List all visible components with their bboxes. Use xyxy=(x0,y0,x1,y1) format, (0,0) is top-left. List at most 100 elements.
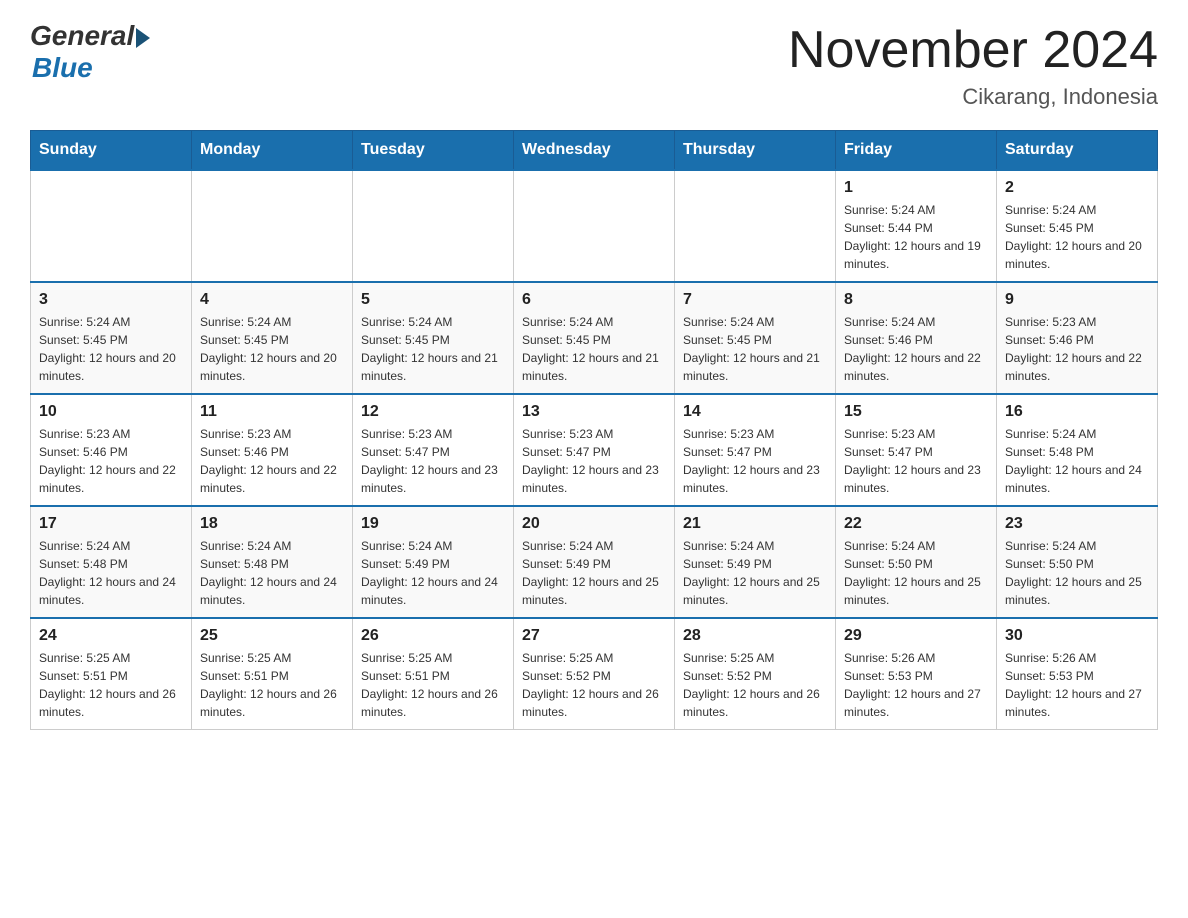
day-number: 14 xyxy=(683,403,827,421)
day-info: Sunrise: 5:24 AMSunset: 5:50 PMDaylight:… xyxy=(844,537,988,609)
calendar-cell: 19 Sunrise: 5:24 AMSunset: 5:49 PMDayligh… xyxy=(353,506,514,618)
logo-general-text: General xyxy=(30,20,134,52)
week-row-4: 17 Sunrise: 5:24 AMSunset: 5:48 PMDayligh… xyxy=(31,506,1158,618)
calendar-cell: 17 Sunrise: 5:24 AMSunset: 5:48 PMDayligh… xyxy=(31,506,192,618)
week-row-2: 3Sunrise: 5:24 AMSunset: 5:45 PMDaylight… xyxy=(31,282,1158,394)
calendar-cell: 9 Sunrise: 5:23 AMSunset: 5:46 PMDaylight… xyxy=(997,282,1158,394)
day-info: Sunrise: 5:24 AMSunset: 5:49 PMDaylight:… xyxy=(522,537,666,609)
day-number: 4 xyxy=(200,291,344,309)
day-number: 10 xyxy=(39,403,183,421)
day-number: 23 xyxy=(1005,515,1149,533)
day-number: 27 xyxy=(522,627,666,645)
location: Cikarang, Indonesia xyxy=(788,84,1158,110)
day-info: Sunrise: 5:24 AMSunset: 5:45 PMDaylight:… xyxy=(1005,201,1149,273)
day-number: 6 xyxy=(522,291,666,309)
day-info: Sunrise: 5:23 AMSunset: 5:47 PMDaylight:… xyxy=(361,425,505,497)
day-info: Sunrise: 5:23 AMSunset: 5:47 PMDaylight:… xyxy=(844,425,988,497)
month-title: November 2024 xyxy=(788,20,1158,80)
calendar-cell: 28 Sunrise: 5:25 AMSunset: 5:52 PMDayligh… xyxy=(675,618,836,730)
day-header-thursday: Thursday xyxy=(675,131,836,171)
day-number: 5 xyxy=(361,291,505,309)
day-number: 20 xyxy=(522,515,666,533)
day-info: Sunrise: 5:23 AMSunset: 5:46 PMDaylight:… xyxy=(1005,313,1149,385)
logo: General Blue xyxy=(30,20,150,84)
day-info: Sunrise: 5:24 AMSunset: 5:50 PMDaylight:… xyxy=(1005,537,1149,609)
day-info: Sunrise: 5:24 AMSunset: 5:46 PMDaylight:… xyxy=(844,313,988,385)
day-number: 21 xyxy=(683,515,827,533)
day-number: 28 xyxy=(683,627,827,645)
calendar-cell: 23 Sunrise: 5:24 AMSunset: 5:50 PMDayligh… xyxy=(997,506,1158,618)
calendar-cell: 7Sunrise: 5:24 AMSunset: 5:45 PMDaylight… xyxy=(675,282,836,394)
day-info: Sunrise: 5:23 AMSunset: 5:47 PMDaylight:… xyxy=(522,425,666,497)
day-info: Sunrise: 5:24 AMSunset: 5:45 PMDaylight:… xyxy=(39,313,183,385)
calendar-cell: 2 Sunrise: 5:24 AMSunset: 5:45 PMDaylight… xyxy=(997,170,1158,282)
day-number: 29 xyxy=(844,627,988,645)
calendar-cell: 5 Sunrise: 5:24 AMSunset: 5:45 PMDaylight… xyxy=(353,282,514,394)
day-number: 16 xyxy=(1005,403,1149,421)
day-header-wednesday: Wednesday xyxy=(514,131,675,171)
day-info: Sunrise: 5:24 AMSunset: 5:49 PMDaylight:… xyxy=(361,537,505,609)
day-info: Sunrise: 5:25 AMSunset: 5:52 PMDaylight:… xyxy=(683,649,827,721)
calendar-cell: 13 Sunrise: 5:23 AMSunset: 5:47 PMDayligh… xyxy=(514,394,675,506)
day-number: 30 xyxy=(1005,627,1149,645)
day-number: 19 xyxy=(361,515,505,533)
day-header-monday: Monday xyxy=(192,131,353,171)
day-info: Sunrise: 5:25 AMSunset: 5:51 PMDaylight:… xyxy=(39,649,183,721)
day-number: 17 xyxy=(39,515,183,533)
day-number: 25 xyxy=(200,627,344,645)
day-info: Sunrise: 5:23 AMSunset: 5:46 PMDaylight:… xyxy=(200,425,344,497)
day-info: Sunrise: 5:24 AMSunset: 5:44 PMDaylight:… xyxy=(844,201,988,273)
header-row: SundayMondayTuesdayWednesdayThursdayFrid… xyxy=(31,131,1158,171)
calendar-cell xyxy=(192,170,353,282)
calendar-cell: 24 Sunrise: 5:25 AMSunset: 5:51 PMDayligh… xyxy=(31,618,192,730)
calendar-cell: 20 Sunrise: 5:24 AMSunset: 5:49 PMDayligh… xyxy=(514,506,675,618)
day-number: 9 xyxy=(1005,291,1149,309)
calendar-cell: 4 Sunrise: 5:24 AMSunset: 5:45 PMDaylight… xyxy=(192,282,353,394)
calendar-cell: 29 Sunrise: 5:26 AMSunset: 5:53 PMDayligh… xyxy=(836,618,997,730)
calendar-cell xyxy=(675,170,836,282)
logo-arrow-icon xyxy=(136,28,150,48)
week-row-5: 24 Sunrise: 5:25 AMSunset: 5:51 PMDayligh… xyxy=(31,618,1158,730)
calendar-cell: 22 Sunrise: 5:24 AMSunset: 5:50 PMDayligh… xyxy=(836,506,997,618)
header: General Blue November 2024 Cikarang, Ind… xyxy=(30,20,1158,110)
calendar-cell: 12Sunrise: 5:23 AMSunset: 5:47 PMDayligh… xyxy=(353,394,514,506)
day-info: Sunrise: 5:25 AMSunset: 5:51 PMDaylight:… xyxy=(361,649,505,721)
day-number: 22 xyxy=(844,515,988,533)
day-info: Sunrise: 5:25 AMSunset: 5:52 PMDaylight:… xyxy=(522,649,666,721)
week-row-1: 1Sunrise: 5:24 AMSunset: 5:44 PMDaylight… xyxy=(31,170,1158,282)
day-number: 24 xyxy=(39,627,183,645)
day-number: 18 xyxy=(200,515,344,533)
calendar-cell: 3Sunrise: 5:24 AMSunset: 5:45 PMDaylight… xyxy=(31,282,192,394)
day-info: Sunrise: 5:24 AMSunset: 5:48 PMDaylight:… xyxy=(1005,425,1149,497)
calendar-cell: 18Sunrise: 5:24 AMSunset: 5:48 PMDayligh… xyxy=(192,506,353,618)
day-number: 11 xyxy=(200,403,344,421)
day-info: Sunrise: 5:26 AMSunset: 5:53 PMDaylight:… xyxy=(844,649,988,721)
day-header-saturday: Saturday xyxy=(997,131,1158,171)
calendar-cell: 15Sunrise: 5:23 AMSunset: 5:47 PMDayligh… xyxy=(836,394,997,506)
day-number: 13 xyxy=(522,403,666,421)
week-row-3: 10 Sunrise: 5:23 AMSunset: 5:46 PMDayligh… xyxy=(31,394,1158,506)
calendar-cell xyxy=(353,170,514,282)
calendar-cell: 6 Sunrise: 5:24 AMSunset: 5:45 PMDaylight… xyxy=(514,282,675,394)
day-info: Sunrise: 5:23 AMSunset: 5:46 PMDaylight:… xyxy=(39,425,183,497)
title-section: November 2024 Cikarang, Indonesia xyxy=(788,20,1158,110)
day-number: 2 xyxy=(1005,179,1149,197)
day-info: Sunrise: 5:24 AMSunset: 5:45 PMDaylight:… xyxy=(200,313,344,385)
day-info: Sunrise: 5:25 AMSunset: 5:51 PMDaylight:… xyxy=(200,649,344,721)
day-info: Sunrise: 5:23 AMSunset: 5:47 PMDaylight:… xyxy=(683,425,827,497)
calendar-cell: 27 Sunrise: 5:25 AMSunset: 5:52 PMDayligh… xyxy=(514,618,675,730)
day-number: 26 xyxy=(361,627,505,645)
day-info: Sunrise: 5:24 AMSunset: 5:45 PMDaylight:… xyxy=(361,313,505,385)
calendar-cell: 1Sunrise: 5:24 AMSunset: 5:44 PMDaylight… xyxy=(836,170,997,282)
day-header-tuesday: Tuesday xyxy=(353,131,514,171)
calendar-table: SundayMondayTuesdayWednesdayThursdayFrid… xyxy=(30,130,1158,730)
day-info: Sunrise: 5:24 AMSunset: 5:45 PMDaylight:… xyxy=(522,313,666,385)
day-info: Sunrise: 5:24 AMSunset: 5:49 PMDaylight:… xyxy=(683,537,827,609)
calendar-cell xyxy=(514,170,675,282)
calendar-cell: 8 Sunrise: 5:24 AMSunset: 5:46 PMDaylight… xyxy=(836,282,997,394)
day-info: Sunrise: 5:24 AMSunset: 5:48 PMDaylight:… xyxy=(39,537,183,609)
day-header-sunday: Sunday xyxy=(31,131,192,171)
calendar-cell: 11 Sunrise: 5:23 AMSunset: 5:46 PMDayligh… xyxy=(192,394,353,506)
day-number: 8 xyxy=(844,291,988,309)
calendar-cell: 21 Sunrise: 5:24 AMSunset: 5:49 PMDayligh… xyxy=(675,506,836,618)
